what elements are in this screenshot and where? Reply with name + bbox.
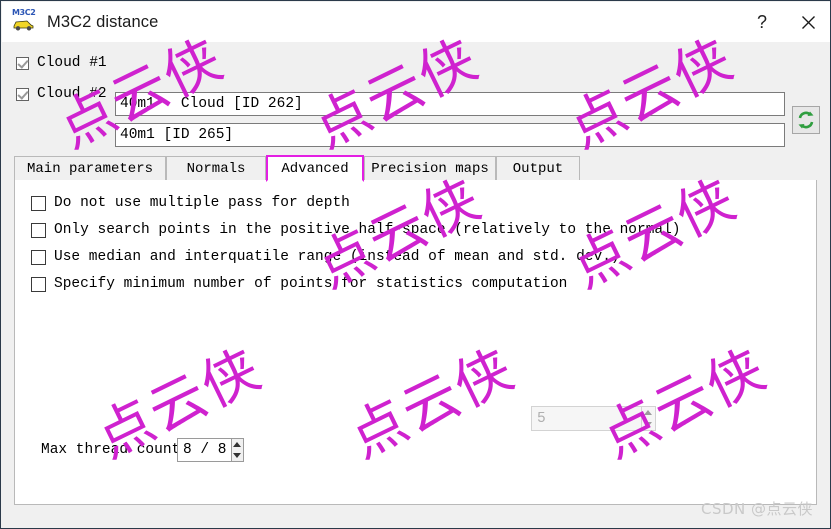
app-icon-label: M3C2 [12, 8, 36, 17]
dialog-body: Cloud #1 Cloud #2 Main parameters Normal… [2, 42, 830, 528]
tab-main-parameters-label: Main parameters [26, 160, 154, 177]
option-checkbox-median-interquartile[interactable] [31, 249, 46, 265]
option-checkbox-multiple-pass[interactable] [31, 195, 46, 211]
max-thread-count-label: Max thread count [41, 442, 181, 458]
option-row-median-interquartile[interactable]: Use median and interquatile range (inste… [31, 248, 620, 266]
cloud-1-input[interactable] [115, 92, 785, 116]
min-points-spin-up[interactable] [642, 407, 655, 419]
min-points-spin-down[interactable] [642, 419, 655, 431]
csdn-watermark: CSDN @点云侠 [701, 500, 814, 518]
max-thread-spin-down[interactable] [232, 450, 243, 461]
option-label-positive-half-space: Only search points in the positive half-… [54, 222, 681, 238]
tab-output[interactable]: Output [496, 156, 580, 181]
m3c2-distance-dialog: M3C2 M3C2 distance ? Cloud #1 C [0, 0, 831, 529]
swap-clouds-button[interactable] [792, 106, 820, 134]
help-button[interactable]: ? [739, 2, 785, 42]
cloud-2-input[interactable] [115, 123, 785, 147]
option-row-multiple-pass[interactable]: Do not use multiple pass for depth [31, 194, 350, 212]
tab-strip: Main parameters Normals Advanced Precisi… [14, 155, 817, 182]
swap-refresh-icon [798, 111, 814, 129]
option-checkbox-min-points[interactable] [31, 276, 46, 292]
close-icon [801, 15, 815, 29]
max-thread-spin-buttons [230, 439, 243, 461]
option-label-multiple-pass: Do not use multiple pass for depth [54, 195, 350, 211]
tab-normals[interactable]: Normals [166, 156, 266, 181]
chevron-down-icon [233, 453, 242, 458]
option-label-min-points: Specify minimum number of points for sta… [54, 276, 568, 292]
option-label-median-interquartile: Use median and interquatile range (inste… [54, 249, 620, 265]
tab-output-label: Output [512, 160, 564, 177]
chevron-up-icon [233, 442, 242, 447]
cloud-1-checkbox[interactable] [16, 56, 29, 70]
tab-precision-maps[interactable]: Precision maps [364, 156, 496, 181]
tab-advanced-label: Advanced [281, 160, 349, 177]
option-row-positive-half-space[interactable]: Only search points in the positive half-… [31, 221, 681, 239]
cloud-1-row: Cloud #1 [16, 51, 107, 75]
app-icon-car-glyph [13, 20, 34, 31]
min-points-spinbox[interactable] [531, 406, 656, 431]
tab-main-parameters[interactable]: Main parameters [14, 156, 166, 181]
min-points-value[interactable] [532, 407, 641, 430]
max-thread-count-spinbox[interactable] [177, 438, 244, 462]
max-thread-spin-up[interactable] [232, 439, 243, 450]
close-button[interactable] [785, 2, 830, 42]
option-checkbox-positive-half-space[interactable] [31, 222, 46, 238]
tab-advanced[interactable]: Advanced [266, 155, 364, 182]
title-bar: M3C2 M3C2 distance ? [2, 2, 830, 42]
advanced-tab-panel: Do not use multiple pass for depth Only … [14, 180, 817, 505]
cloud-2-row: Cloud #2 [16, 82, 107, 106]
option-row-min-points[interactable]: Specify minimum number of points for sta… [31, 275, 567, 293]
tab-precision-maps-label: Precision maps [371, 160, 489, 177]
m3c2-app-icon: M3C2 [11, 9, 37, 35]
window-title: M3C2 distance [47, 12, 159, 31]
cloud-2-checkbox[interactable] [16, 87, 29, 101]
cloud-2-label: Cloud #2 [37, 86, 107, 102]
chevron-down-icon [644, 421, 653, 427]
chevron-up-icon [644, 410, 653, 416]
min-points-spin-buttons [640, 407, 655, 431]
max-thread-count-value[interactable] [178, 439, 231, 461]
cloud-1-label: Cloud #1 [37, 55, 107, 71]
tab-normals-label: Normals [186, 160, 246, 177]
